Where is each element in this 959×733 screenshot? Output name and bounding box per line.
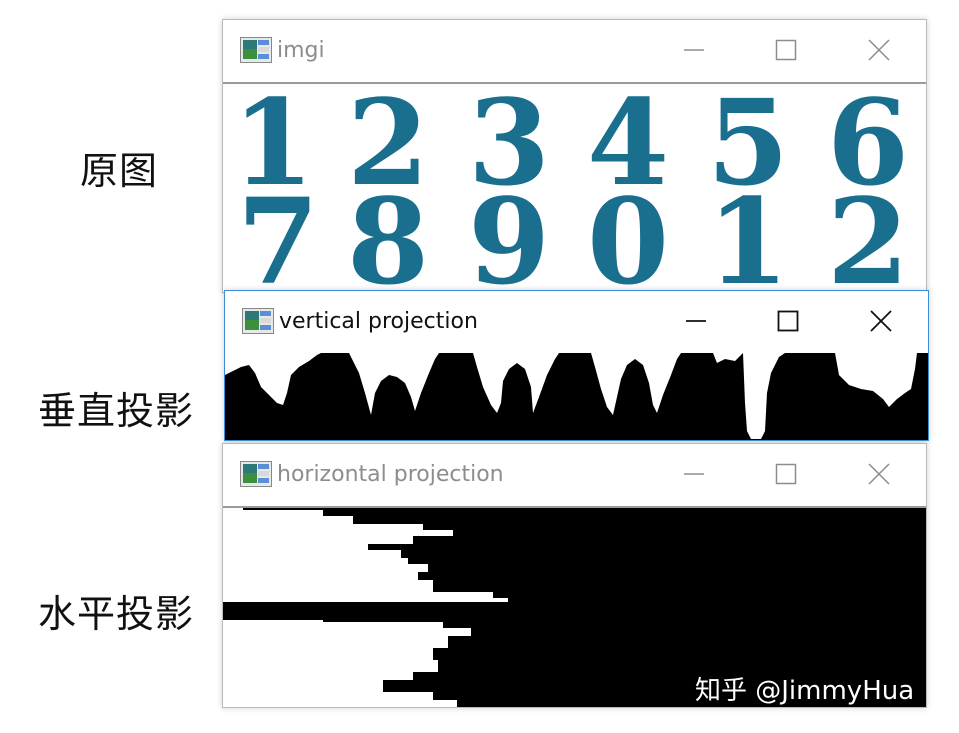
minimize-icon bbox=[684, 473, 704, 475]
digit-8: 8 bbox=[347, 172, 429, 292]
window-imgi[interactable]: imgi 1 2 3 4 5 6 7 8 9 0 1 2 bbox=[222, 19, 927, 293]
digit-0: 0 bbox=[587, 172, 669, 292]
digits-image: 1 2 3 4 5 6 7 8 9 0 1 2 bbox=[232, 84, 909, 292]
maximize-icon bbox=[775, 463, 797, 485]
label-original: 原图 bbox=[80, 149, 159, 193]
titlebar-vertical[interactable]: vertical projection bbox=[225, 291, 928, 352]
app-icon bbox=[240, 461, 272, 487]
watermark: 知乎 @JimmyHua bbox=[695, 676, 915, 706]
digit-9: 9 bbox=[468, 172, 550, 292]
close-icon bbox=[868, 463, 890, 485]
titlebar-horizontal[interactable]: horizontal projection bbox=[223, 444, 926, 505]
digit-2b: 2 bbox=[827, 172, 909, 292]
label-vertical-projection: 垂直投影 bbox=[38, 389, 195, 433]
minimize-button[interactable] bbox=[674, 32, 714, 68]
maximize-button[interactable] bbox=[766, 32, 806, 68]
vertical-projection-plot bbox=[225, 353, 928, 440]
close-icon bbox=[868, 39, 890, 61]
minimize-icon bbox=[684, 49, 704, 51]
window-title: vertical projection bbox=[279, 309, 478, 334]
window-title: imgi bbox=[277, 38, 325, 63]
maximize-icon bbox=[775, 39, 797, 61]
window-title: horizontal projection bbox=[277, 462, 504, 487]
label-horizontal-projection: 水平投影 bbox=[38, 592, 195, 636]
app-icon bbox=[240, 37, 272, 63]
titlebar-imgi[interactable]: imgi bbox=[223, 20, 926, 81]
digit-1b: 1 bbox=[707, 172, 789, 292]
maximize-button[interactable] bbox=[768, 303, 808, 339]
close-icon bbox=[870, 310, 892, 332]
close-button[interactable] bbox=[861, 303, 901, 339]
close-button[interactable] bbox=[859, 32, 899, 68]
minimize-icon bbox=[686, 320, 706, 322]
minimize-button[interactable] bbox=[674, 456, 714, 492]
window-vertical-projection[interactable]: vertical projection bbox=[224, 290, 929, 441]
digit-7: 7 bbox=[237, 172, 319, 292]
window-horizontal-projection[interactable]: horizontal projection bbox=[222, 443, 927, 708]
minimize-button[interactable] bbox=[676, 303, 716, 339]
app-icon bbox=[242, 308, 274, 334]
maximize-icon bbox=[777, 310, 799, 332]
close-button[interactable] bbox=[859, 456, 899, 492]
maximize-button[interactable] bbox=[766, 456, 806, 492]
image-original: 1 2 3 4 5 6 7 8 9 0 1 2 bbox=[223, 82, 926, 292]
image-vertical-projection bbox=[225, 353, 928, 440]
